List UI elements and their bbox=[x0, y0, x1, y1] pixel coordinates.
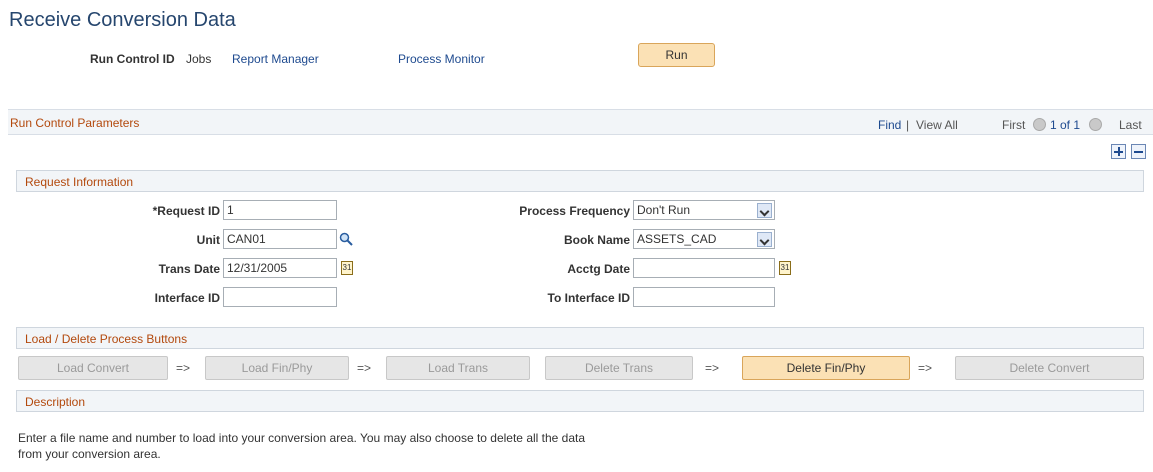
process-buttons-header: Load / Delete Process Buttons bbox=[16, 327, 1144, 349]
description-title: Description bbox=[25, 395, 86, 409]
chevron-down-icon[interactable] bbox=[757, 203, 772, 218]
unit-input[interactable] bbox=[223, 229, 337, 249]
minus-icon[interactable] bbox=[1131, 144, 1146, 159]
plus-icon[interactable] bbox=[1111, 144, 1126, 159]
calendar-icon[interactable]: 31 bbox=[779, 261, 791, 275]
process-frequency-select[interactable]: Don't Run bbox=[633, 200, 775, 220]
separator: | bbox=[906, 118, 910, 132]
find-link[interactable]: Find bbox=[878, 118, 901, 132]
next-arrow-icon[interactable] bbox=[1089, 118, 1102, 131]
interface-id-input[interactable] bbox=[223, 287, 337, 307]
first-link[interactable]: First bbox=[1002, 118, 1025, 132]
load-fin-phy-button[interactable]: Load Fin/Phy bbox=[205, 356, 349, 380]
unit-label: Unit bbox=[196, 233, 220, 247]
load-convert-button[interactable]: Load Convert bbox=[18, 356, 168, 380]
book-name-label: Book Name bbox=[563, 233, 630, 247]
request-id-input[interactable] bbox=[223, 200, 337, 220]
last-link[interactable]: Last bbox=[1119, 118, 1142, 132]
report-manager-link[interactable]: Report Manager bbox=[232, 52, 319, 66]
book-name-select[interactable]: ASSETS_CAD bbox=[633, 229, 775, 249]
prev-arrow-icon[interactable] bbox=[1033, 118, 1046, 131]
to-interface-id-input[interactable] bbox=[633, 287, 775, 307]
request-information-title: Request Information bbox=[25, 175, 134, 189]
process-buttons-title: Load / Delete Process Buttons bbox=[25, 332, 188, 346]
arrow-separator: => bbox=[705, 361, 720, 375]
book-name-value: ASSETS_CAD bbox=[637, 232, 717, 246]
calendar-icon[interactable]: 31 bbox=[341, 261, 353, 275]
process-frequency-value: Don't Run bbox=[637, 203, 690, 217]
run-control-parameters-title: Run Control Parameters bbox=[10, 116, 140, 130]
description-text: Enter a file name and number to load int… bbox=[18, 430, 718, 462]
delete-fin-phy-button[interactable]: Delete Fin/Phy bbox=[742, 356, 910, 380]
request-information-header: Request Information bbox=[16, 170, 1144, 192]
acctg-date-label: Acctg Date bbox=[567, 262, 630, 276]
view-all-link[interactable]: View All bbox=[916, 118, 958, 132]
run-control-id-value: Jobs bbox=[186, 52, 212, 66]
request-id-label: *Request ID bbox=[152, 204, 220, 218]
magnifier-icon[interactable] bbox=[339, 232, 353, 246]
arrow-separator: => bbox=[357, 361, 372, 375]
run-control-parameters-bar: Run Control Parameters Find | View All F… bbox=[8, 109, 1153, 135]
page-count: 1 of 1 bbox=[1050, 118, 1081, 132]
run-control-id-label: Run Control ID bbox=[90, 52, 175, 66]
to-interface-id-label: To Interface ID bbox=[547, 291, 630, 305]
acctg-date-input[interactable] bbox=[633, 258, 775, 278]
trans-date-label: Trans Date bbox=[158, 262, 220, 276]
arrow-separator: => bbox=[176, 361, 191, 375]
description-line-2: from your conversion area. bbox=[18, 447, 161, 461]
description-line-1: Enter a file name and number to load int… bbox=[18, 431, 586, 445]
delete-convert-button[interactable]: Delete Convert bbox=[955, 356, 1144, 380]
arrow-separator: => bbox=[918, 361, 933, 375]
delete-trans-button[interactable]: Delete Trans bbox=[545, 356, 693, 380]
description-header: Description bbox=[16, 390, 1144, 412]
process-frequency-label: Process Frequency bbox=[519, 204, 630, 218]
trans-date-input[interactable] bbox=[223, 258, 337, 278]
page-title: Receive Conversion Data bbox=[9, 9, 236, 31]
load-trans-button[interactable]: Load Trans bbox=[386, 356, 530, 380]
run-button[interactable]: Run bbox=[638, 43, 715, 67]
chevron-down-icon[interactable] bbox=[757, 232, 772, 247]
interface-id-label: Interface ID bbox=[154, 291, 220, 305]
process-monitor-link[interactable]: Process Monitor bbox=[398, 52, 485, 66]
